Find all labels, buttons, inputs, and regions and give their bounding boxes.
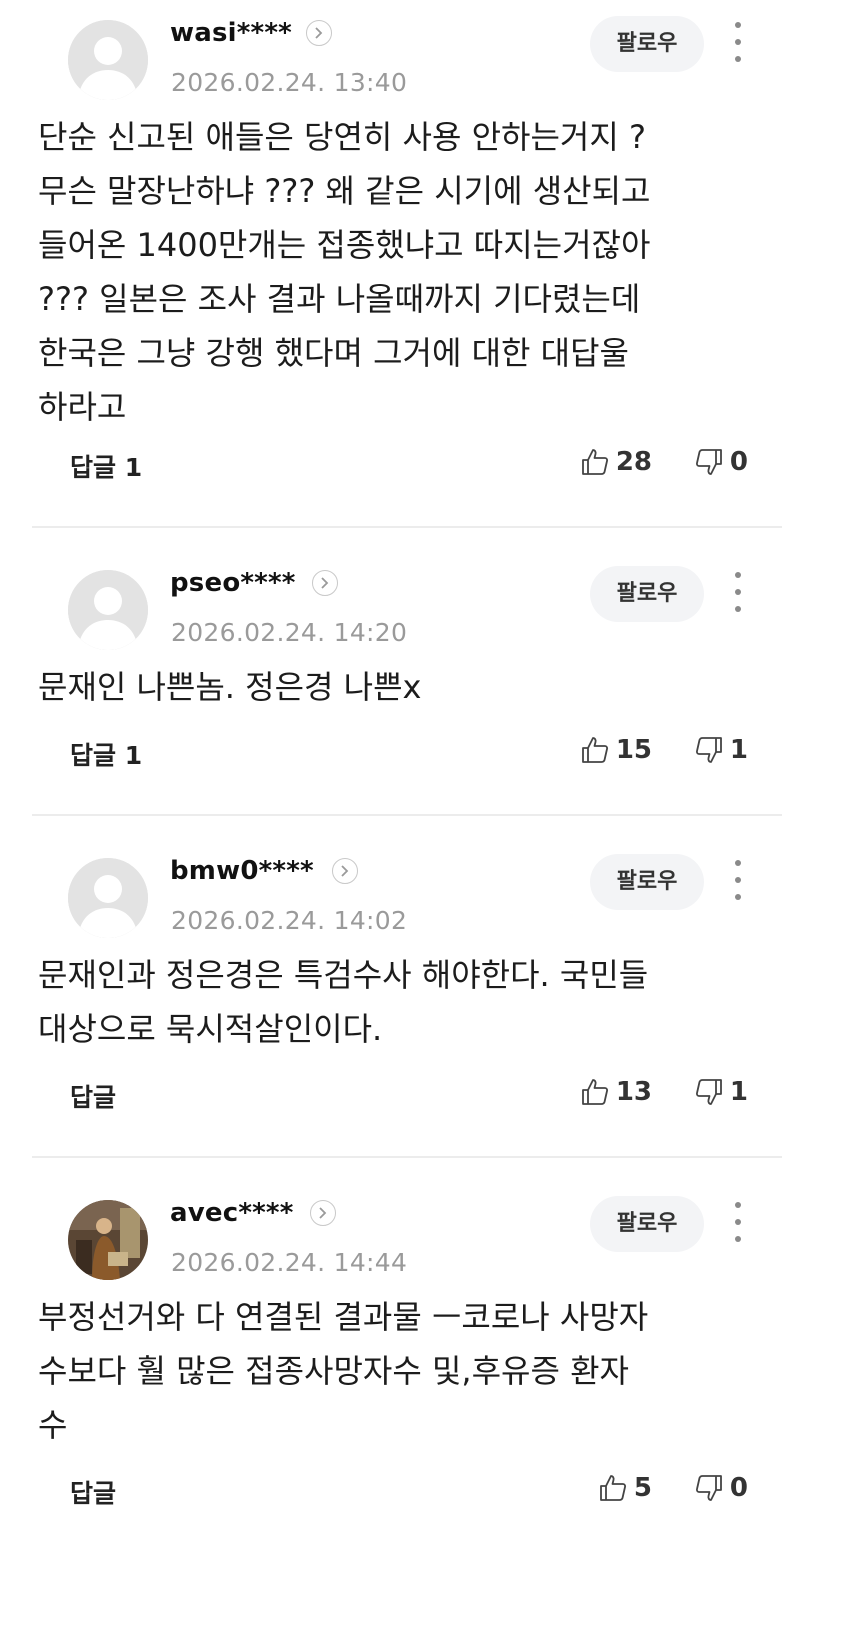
- like-count: 13: [615, 1077, 652, 1107]
- dislike-count: 1: [729, 1077, 748, 1107]
- reply-button[interactable]: 답글 1: [70, 736, 142, 772]
- thumbs-up-icon: [581, 449, 608, 475]
- comment-footer: 답글 1 28 0: [34, 434, 816, 504]
- follow-button[interactable]: 팔로우: [590, 16, 704, 72]
- reply-button[interactable]: 답글: [70, 1078, 116, 1114]
- timestamp: 2026.02.24. 14:44: [171, 1248, 408, 1277]
- like-count: 5: [633, 1473, 652, 1503]
- default-avatar-icon[interactable]: [68, 570, 148, 650]
- comment-item: wasi**** 2026.02.24. 13:40 팔로우 단순 신고된 애들…: [0, 0, 850, 504]
- like-count: 28: [615, 447, 652, 477]
- comment-header: pseo**** 2026.02.24. 14:20 팔로우: [34, 550, 816, 660]
- dislike-count: 0: [729, 1473, 748, 1503]
- like-button[interactable]: 28: [580, 442, 652, 482]
- photo-avatar[interactable]: [68, 1200, 148, 1280]
- chevron-right-icon[interactable]: [310, 1200, 336, 1226]
- like-button[interactable]: 5: [598, 1468, 652, 1508]
- default-avatar-icon[interactable]: [68, 20, 148, 100]
- divider: [32, 814, 782, 816]
- reply-button[interactable]: 답글: [70, 1474, 116, 1510]
- timestamp: 2026.02.24. 14:20: [171, 618, 408, 647]
- dislike-button[interactable]: 0: [694, 442, 748, 482]
- like-button[interactable]: 13: [580, 1072, 652, 1112]
- thumbs-down-icon: [695, 1475, 722, 1501]
- dislike-count: 1: [729, 735, 748, 765]
- follow-button[interactable]: 팔로우: [590, 1196, 704, 1252]
- thumbs-up-icon: [581, 737, 608, 763]
- thumbs-up-icon: [600, 1475, 626, 1501]
- like-count: 15: [615, 735, 652, 765]
- timestamp: 2026.02.24. 14:02: [171, 906, 408, 935]
- dislike-button[interactable]: 1: [694, 730, 748, 770]
- comment-footer: 답글 13 1: [34, 1064, 816, 1134]
- comment-text: 문재인과 정은경은 특검수사 해야한다. 국민들 대상으로 묵시적살인이다.: [38, 956, 649, 1048]
- default-avatar-icon[interactable]: [68, 858, 148, 938]
- chevron-right-icon[interactable]: [306, 20, 332, 46]
- like-button[interactable]: 15: [580, 730, 652, 770]
- reply-button[interactable]: 답글 1: [70, 448, 142, 484]
- comment-text: 부정선거와 다 연결된 결과물 ㅡ코로나 사망자 수보다 훨 많은 접종사망자수…: [38, 1298, 649, 1444]
- thumbs-down-icon: [695, 1079, 722, 1105]
- comment-text: 단순 신고된 애들은 당연히 사용 안하는거지 ? 무슨 말장난하냐 ??? 왜…: [38, 118, 651, 426]
- divider: [32, 526, 782, 528]
- divider: [32, 1156, 782, 1158]
- username[interactable]: wasi****: [170, 18, 292, 48]
- thumbs-up-icon: [581, 1079, 608, 1105]
- comment-header: avec**** 2026.02.24. 14:44 팔로우: [34, 1180, 816, 1290]
- dislike-count: 0: [729, 447, 748, 477]
- follow-button[interactable]: 팔로우: [590, 566, 704, 622]
- username[interactable]: pseo****: [170, 568, 296, 598]
- comment-text: 문재인 나쁜놈. 정은경 나쁜x: [38, 668, 422, 706]
- more-options-icon[interactable]: [726, 20, 750, 64]
- dislike-button[interactable]: 1: [694, 1072, 748, 1112]
- comment-header: bmw0**** 2026.02.24. 14:02 팔로우: [34, 838, 816, 948]
- follow-button[interactable]: 팔로우: [590, 854, 704, 910]
- comment-footer: 답글 5 0: [34, 1460, 816, 1530]
- thumbs-down-icon: [695, 737, 722, 763]
- more-options-icon[interactable]: [726, 570, 750, 614]
- timestamp: 2026.02.24. 13:40: [171, 68, 408, 97]
- chevron-right-icon[interactable]: [332, 858, 358, 884]
- comment-item: bmw0**** 2026.02.24. 14:02 팔로우 문재인과 정은경은…: [0, 838, 850, 1134]
- thumbs-down-icon: [695, 449, 722, 475]
- username[interactable]: avec****: [170, 1198, 294, 1228]
- comment-footer: 답글 1 15 1: [34, 722, 816, 792]
- comment-item: pseo**** 2026.02.24. 14:20 팔로우 문재인 나쁜놈. …: [0, 550, 850, 792]
- comment-header: wasi**** 2026.02.24. 13:40 팔로우: [34, 0, 816, 110]
- dislike-button[interactable]: 0: [694, 1468, 748, 1508]
- chevron-right-icon[interactable]: [312, 570, 338, 596]
- more-options-icon[interactable]: [726, 858, 750, 902]
- username[interactable]: bmw0****: [170, 856, 314, 886]
- more-options-icon[interactable]: [726, 1200, 750, 1244]
- comment-item: avec**** 2026.02.24. 14:44 팔로우 부정선거와 다 연…: [0, 1180, 850, 1530]
